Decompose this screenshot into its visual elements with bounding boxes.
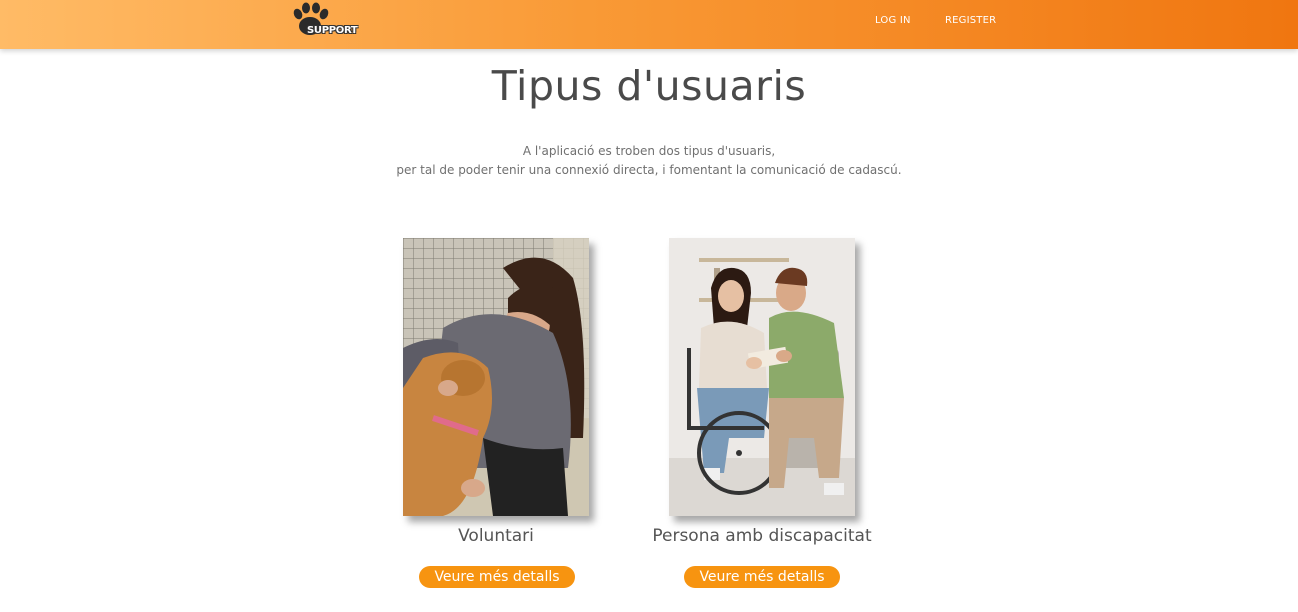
login-link[interactable]: LOG IN [875,15,911,26]
logo-text: SUPPORT [307,25,358,36]
disability-person-photo [669,238,855,516]
persona-details-button[interactable]: Veure més detalls [684,566,840,588]
intro-text: A l'aplicació es troben dos tipus d'usua… [0,142,1298,180]
voluntari-details-button[interactable]: Veure més detalls [419,566,575,588]
page-title: Tipus d'usuaris [491,62,807,110]
intro-line-2: per tal de poder tenir una connexió dire… [396,163,902,177]
top-navbar: SUPPORT LOG IN REGISTER [0,0,1298,49]
card-title-persona-discapacitat: Persona amb discapacitat [652,526,872,546]
intro-line-1: A l'aplicació es troben dos tipus d'usua… [522,144,776,158]
register-link[interactable]: REGISTER [945,15,996,26]
volunteer-photo [403,238,589,516]
support-logo[interactable]: SUPPORT [288,0,358,42]
card-title-voluntari: Voluntari [458,526,534,546]
